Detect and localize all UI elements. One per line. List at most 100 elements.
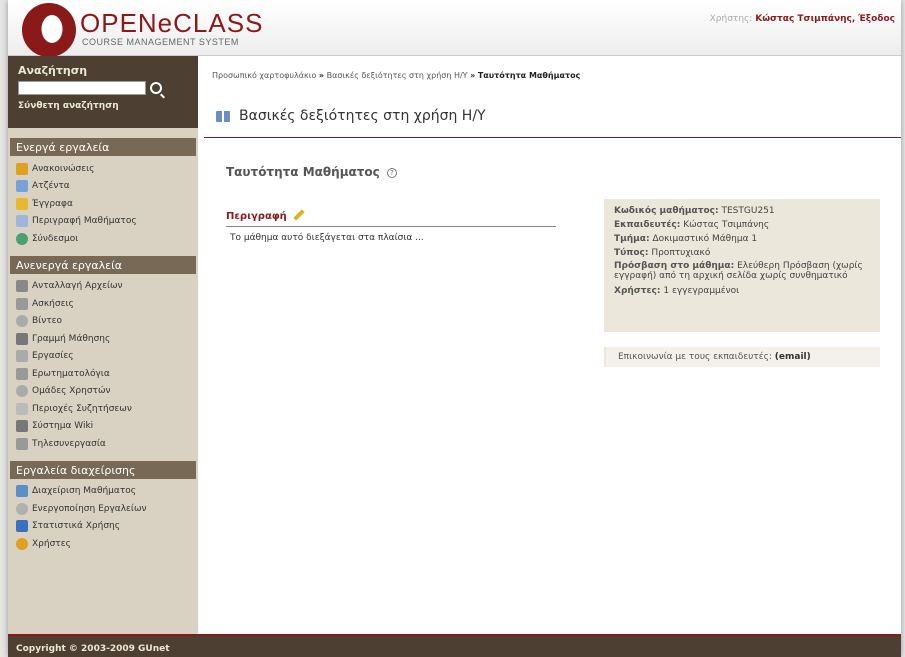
- active-tools-list: Ανακοινώσεις Ατζέντα Έγγραφα Περιγραφή Μ…: [8, 156, 198, 256]
- info-label: Εκπαιδευτές:: [614, 220, 681, 230]
- gear-icon: [16, 502, 28, 515]
- email-link[interactable]: (email): [775, 352, 811, 362]
- info-value: Δοκιμαστικό Μάθημα 1: [652, 234, 758, 244]
- sidebar-item-label: Ατζέντα: [32, 181, 70, 192]
- megaphone-icon: [16, 162, 28, 175]
- sidebar-item-label: Τηλεσυνεργασία: [32, 438, 106, 449]
- sidebar-item-questionnaires[interactable]: Ερωτηματολόγια: [8, 365, 198, 383]
- sidebar-item-wiki[interactable]: Σύστημα Wiki: [8, 418, 198, 436]
- sidebar-item-users[interactable]: Χρήστες: [8, 535, 198, 553]
- folder-icon: [16, 197, 28, 210]
- course-admin-icon: [16, 485, 28, 498]
- users-icon: [16, 537, 28, 550]
- book-icon: [216, 110, 230, 122]
- footer: Copyright © 2003-2009 GUnet: [8, 634, 901, 657]
- info-value: Προπτυχιακό: [651, 248, 711, 258]
- questionnaire-icon: [16, 367, 28, 380]
- telecollab-icon: [16, 437, 28, 450]
- info-row-department: Τμήμα: Δοκιμαστικό Μάθημα 1: [614, 233, 870, 245]
- contact-instructors: Επικοινωνία με τους εκπαιδευτές: (email): [604, 347, 880, 367]
- search-input[interactable]: [18, 81, 146, 95]
- sidebar-item-links[interactable]: Σύνδεσμοι: [8, 230, 198, 248]
- sidebar-item-label: Περιοχές Συζητήσεων: [32, 403, 132, 414]
- sidebar-item-label: Ομάδες Χρηστών: [32, 386, 111, 397]
- sidebar-item-label: Ανακοινώσεις: [32, 163, 95, 174]
- breadcrumb-course[interactable]: Βασικές δεξιότητες στη χρήση Η/Υ: [327, 71, 468, 80]
- sidebar-item-exercises[interactable]: Ασκήσεις: [8, 295, 198, 313]
- logo-subtitle: COURSE MANAGEMENT SYSTEM: [82, 37, 239, 47]
- info-row-code: Κωδικός μαθήματος: TESTGU251: [614, 205, 870, 217]
- info-value: Κώστας Τσιμπάνης: [683, 220, 770, 230]
- description-label: Περιγραφή: [226, 211, 287, 222]
- user-bar: Χρήστης: Κώστας Τσιμπάνης, Έξοδος: [710, 14, 895, 24]
- logout-link[interactable]: Έξοδος: [858, 14, 895, 24]
- breadcrumb-portfolio[interactable]: Προσωπικό χαρτοφυλάκιο: [212, 71, 316, 80]
- sidebar-item-tool-activation[interactable]: Ενεργοποίηση Εργαλείων: [8, 500, 198, 518]
- sidebar-item-user-groups[interactable]: Ομάδες Χρηστών: [8, 383, 198, 401]
- page-title: Ταυτότητα Μαθήματος ?: [226, 165, 397, 179]
- app-window: OPENeCLASS COURSE MANAGEMENT SYSTEM Χρήσ…: [8, 0, 901, 657]
- sidebar-item-documents[interactable]: Έγγραφα: [8, 195, 198, 213]
- sidebar-item-learning-path[interactable]: Γραμμή Μάθησης: [8, 330, 198, 348]
- info-label: Χρήστες:: [614, 286, 661, 296]
- group-icon: [16, 385, 28, 398]
- sidebar-item-label: Σύνδεσμοι: [32, 233, 79, 244]
- info-label: Πρόσβαση στο μάθημα:: [614, 261, 735, 271]
- sidebar-item-label: Σύστημα Wiki: [32, 421, 94, 432]
- active-tools-header: Ενεργά εργαλεία: [10, 138, 196, 156]
- admin-tools-list: Διαχείριση Μαθήματος Ενεργοποίηση Εργαλε…: [8, 479, 198, 561]
- help-icon[interactable]: ?: [386, 168, 397, 178]
- sidebar-item-course-description[interactable]: Περιγραφή Μαθήματος: [8, 213, 198, 231]
- pencil-icon: [16, 297, 28, 310]
- bar-chart-icon: [16, 520, 28, 533]
- sidebar-item-file-exchange[interactable]: Ανταλλαγή Αρχείων: [8, 278, 198, 296]
- sidebar-item-label: Χρήστες: [32, 538, 71, 549]
- globe-icon: [16, 232, 28, 245]
- inactive-tools-header: Ανενεργά εργαλεία: [10, 255, 196, 274]
- advanced-search-link[interactable]: Σύνθετη αναζήτηση: [18, 101, 188, 111]
- sidebar-item-label: Εργασίες: [32, 351, 74, 362]
- search-icon[interactable]: [150, 82, 162, 94]
- sidebar-item-label: Ασκήσεις: [32, 298, 74, 309]
- copyright-text: Copyright © 2003-2009 GUnet: [16, 644, 170, 654]
- info-row-access: Πρόσβαση στο μάθημα: Ελεύθερη Πρόσβαση (…: [614, 261, 870, 281]
- edit-pencil-icon[interactable]: [293, 209, 305, 221]
- sidebar-item-label: Ερωτηματολόγια: [32, 368, 110, 379]
- assignment-icon: [16, 350, 28, 363]
- course-title-text: Βασικές δεξιότητες στη χρήση Η/Υ: [239, 108, 486, 124]
- calendar-icon: [16, 180, 28, 193]
- search-panel: Αναζήτηση Σύνθετη αναζήτηση: [8, 56, 198, 128]
- description-section-label: Περιγραφή: [226, 209, 305, 222]
- list-icon: [16, 215, 28, 228]
- sidebar-item-course-admin[interactable]: Διαχείριση Μαθήματος: [8, 483, 198, 501]
- openeclass-logo-icon[interactable]: [22, 3, 76, 57]
- sidebar-item-label: Ανταλλαγή Αρχείων: [32, 281, 123, 292]
- title-divider: [204, 137, 901, 138]
- info-row-type: Τύπος: Προπτυχιακό: [614, 247, 870, 259]
- sidebar-item-telecollaboration[interactable]: Τηλεσυνεργασία: [8, 435, 198, 453]
- file-exchange-icon: [16, 280, 28, 293]
- sidebar-item-label: Περιγραφή Μαθήματος: [32, 216, 137, 227]
- sidebar-item-assignments[interactable]: Εργασίες: [8, 348, 198, 366]
- video-icon: [16, 315, 28, 328]
- admin-tools-header: Εργαλεία διαχείρισης: [10, 460, 196, 479]
- contact-text: Επικοινωνία με τους εκπαιδευτές:: [618, 352, 772, 362]
- sidebar-item-video[interactable]: Βίντεο: [8, 313, 198, 331]
- user-label: Χρήστης:: [709, 14, 753, 24]
- breadcrumb-current: Ταυτότητα Μαθήματος: [477, 71, 581, 80]
- main-content: Προσωπικό χαρτοφυλάκιο » Βασικές δεξιότη…: [204, 56, 901, 634]
- sidebar-item-announcements[interactable]: Ανακοινώσεις: [8, 160, 198, 178]
- sidebar-item-usage-stats[interactable]: Στατιστικά Χρήσης: [8, 518, 198, 536]
- chat-icon: [16, 402, 28, 415]
- sidebar: Αναζήτηση Σύνθετη αναζήτηση Ενεργά εργαλ…: [8, 56, 198, 634]
- breadcrumb-separator: »: [470, 71, 476, 80]
- inactive-tools-list: Ανταλλαγή Αρχείων Ασκήσεις Βίντεο Γραμμή…: [8, 274, 198, 461]
- sidebar-item-agenda[interactable]: Ατζέντα: [8, 178, 198, 196]
- breadcrumb-separator: »: [318, 71, 325, 80]
- info-row-users: Χρήστες: 1 εγγεγραμμένοι: [614, 285, 870, 297]
- user-name: Κώστας Τσιμπάνης,: [755, 14, 856, 24]
- sidebar-item-forums[interactable]: Περιοχές Συζητήσεων: [8, 400, 198, 418]
- footsteps-icon: [16, 332, 28, 345]
- info-label: Τμήμα:: [614, 234, 650, 244]
- logo-text[interactable]: OPENeCLASS: [80, 10, 263, 36]
